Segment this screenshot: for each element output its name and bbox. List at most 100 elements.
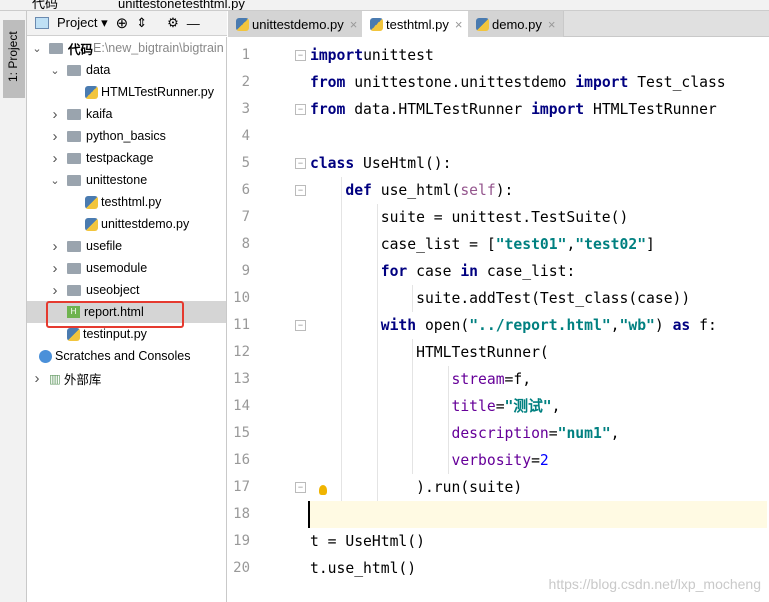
code-token: "wb" bbox=[619, 317, 655, 334]
code-token: class bbox=[310, 155, 355, 172]
tree-item[interactable]: › python_basics bbox=[27, 125, 226, 147]
tree-item[interactable]: › usefile bbox=[27, 235, 226, 257]
fold-marker-icon[interactable]: − bbox=[295, 185, 306, 196]
fold-marker-icon[interactable]: − bbox=[295, 104, 306, 115]
code-line[interactable]: importunittest bbox=[310, 42, 769, 69]
tree-item-label: 外部库 bbox=[63, 372, 102, 387]
chevron-right-icon[interactable]: › bbox=[49, 106, 61, 123]
close-icon[interactable]: × bbox=[350, 17, 358, 32]
folder-icon bbox=[67, 64, 81, 76]
code-line[interactable]: HTMLTestRunner( bbox=[310, 339, 769, 366]
code-line[interactable]: from unittestone.unittestdemo import Tes… bbox=[310, 69, 769, 96]
project-view-dropdown[interactable]: Project ▾ bbox=[57, 15, 108, 31]
scratches-icon bbox=[39, 349, 52, 363]
chevron-down-icon[interactable]: ⌄ bbox=[31, 42, 43, 55]
code-line[interactable] bbox=[310, 123, 769, 150]
chevron-right-icon[interactable]: › bbox=[31, 370, 43, 387]
tree-item[interactable]: › usemodule bbox=[27, 257, 226, 279]
line-number: 5 bbox=[241, 155, 250, 171]
breadcrumb-item[interactable]: testhtml.py bbox=[182, 0, 245, 10]
code-line[interactable]: description="num1", bbox=[310, 420, 769, 447]
tree-item[interactable]: unittestdemo.py bbox=[27, 213, 226, 235]
fold-marker-icon[interactable]: − bbox=[295, 320, 306, 331]
folder-icon bbox=[67, 240, 81, 252]
code-line[interactable]: from data.HTMLTestRunner import HTMLTest… bbox=[310, 96, 769, 123]
line-number: 12 bbox=[233, 344, 250, 360]
code-token: "test01" bbox=[495, 236, 567, 253]
tree-item[interactable]: ⌄ 代码 E:\new_bigtrain\bigtrain bbox=[27, 37, 226, 59]
tab-label: unittestdemo.py bbox=[252, 16, 344, 32]
tree-item[interactable]: testhtml.py bbox=[27, 191, 226, 213]
tree-item[interactable]: HTMLTestRunner.py bbox=[27, 81, 226, 103]
code-token: unittestone.unittestdemo bbox=[345, 74, 576, 91]
chevron-right-icon[interactable]: › bbox=[49, 150, 61, 167]
minimize-icon[interactable]: — bbox=[187, 16, 200, 31]
code-line[interactable] bbox=[308, 501, 767, 528]
collapse-all-icon[interactable]: ⇕ bbox=[136, 15, 147, 31]
tree-item[interactable]: › testpackage bbox=[27, 147, 226, 169]
python-file-icon bbox=[370, 17, 383, 31]
code-editor[interactable]: 1 2 3 4 5 6 7 8 9 10 11 12 13 14 15 16 17 18 19 20 https://… bbox=[228, 38, 769, 602]
code-token: stream bbox=[451, 371, 505, 388]
tree-item[interactable]: › useobject bbox=[27, 279, 226, 301]
editor-tab[interactable]: demo.py × bbox=[468, 11, 565, 37]
code-line[interactable]: verbosity=2 bbox=[310, 447, 769, 474]
line-number: 10 bbox=[233, 290, 250, 306]
tree-item[interactable]: Scratches and Consoles bbox=[27, 345, 226, 367]
indent-guide bbox=[341, 177, 343, 501]
code-line[interactable]: case_list = ["test01","test02"] bbox=[310, 231, 769, 258]
code-token: , bbox=[610, 425, 620, 442]
chevron-down-icon[interactable]: ⌄ bbox=[49, 174, 61, 187]
chevron-right-icon[interactable]: › bbox=[49, 282, 61, 299]
code-token: suite = unittest.TestSuite() bbox=[310, 209, 629, 226]
fold-marker-icon[interactable]: − bbox=[295, 482, 306, 493]
code-token: for bbox=[380, 263, 408, 280]
editor-tab[interactable]: unittestdemo.py × bbox=[228, 11, 367, 37]
code-line[interactable]: title="测试", bbox=[310, 393, 769, 420]
tree-item-label: HTMLTestRunner.py bbox=[101, 85, 215, 99]
python-file-icon bbox=[85, 217, 98, 231]
line-number: 20 bbox=[233, 560, 250, 576]
code-line[interactable]: suite.addTest(Test_class(case)) bbox=[310, 285, 769, 312]
code-line[interactable]: class UseHtml(): bbox=[310, 150, 769, 177]
code-token: verbosity bbox=[451, 452, 532, 469]
code-token: in bbox=[460, 263, 479, 280]
code-line[interactable]: suite = unittest.TestSuite() bbox=[310, 204, 769, 231]
tree-item[interactable]: ⌄ unittestone bbox=[27, 169, 226, 191]
tree-item[interactable]: ⌄ data bbox=[27, 59, 226, 81]
chevron-right-icon[interactable]: › bbox=[49, 260, 61, 277]
line-number: 7 bbox=[241, 209, 250, 225]
code-line[interactable]: stream=f, bbox=[310, 366, 769, 393]
code-line[interactable]: def use_html(self): bbox=[310, 177, 769, 204]
breadcrumb-item[interactable]: unittestone bbox=[118, 0, 182, 10]
chevron-right-icon[interactable]: › bbox=[49, 238, 61, 255]
chevron-right-icon[interactable]: › bbox=[49, 128, 61, 145]
close-icon[interactable]: × bbox=[548, 17, 556, 32]
indent-guide bbox=[447, 366, 449, 474]
tree-item[interactable]: › kaifa bbox=[27, 103, 226, 125]
code-token: data.HTMLTestRunner bbox=[345, 101, 532, 118]
chevron-down-icon[interactable]: ⌄ bbox=[49, 64, 61, 77]
code-line[interactable]: t.use_html() bbox=[310, 555, 769, 582]
gear-icon[interactable]: ⚙ bbox=[167, 15, 179, 31]
python-file-icon bbox=[85, 195, 98, 209]
code-line[interactable]: for case in case_list: bbox=[310, 258, 769, 285]
project-tool-tab[interactable]: 1: Project bbox=[3, 20, 25, 98]
code-line[interactable]: t = UseHtml() bbox=[310, 528, 769, 555]
locate-icon[interactable]: ⊕ bbox=[116, 14, 129, 32]
code-line[interactable]: with open("../report.html","wb") as f: bbox=[310, 312, 769, 339]
tree-item[interactable]: › ▥ 外部库 bbox=[27, 367, 226, 389]
code-token: f: bbox=[690, 317, 717, 334]
breadcrumb-item[interactable]: 代码 bbox=[32, 0, 58, 10]
python-file-icon bbox=[85, 85, 98, 99]
tree-item-label: usemodule bbox=[86, 261, 148, 275]
code-token: Test_class bbox=[628, 74, 726, 91]
fold-marker-icon[interactable]: − bbox=[295, 158, 306, 169]
editor-tab[interactable]: testhtml.py × bbox=[362, 11, 472, 37]
code-token: , bbox=[551, 398, 561, 415]
tree-item-label: python_basics bbox=[86, 129, 166, 143]
fold-marker-icon[interactable]: − bbox=[295, 50, 306, 61]
close-icon[interactable]: × bbox=[455, 17, 463, 32]
code-line[interactable]: ).run(suite) bbox=[310, 474, 769, 501]
